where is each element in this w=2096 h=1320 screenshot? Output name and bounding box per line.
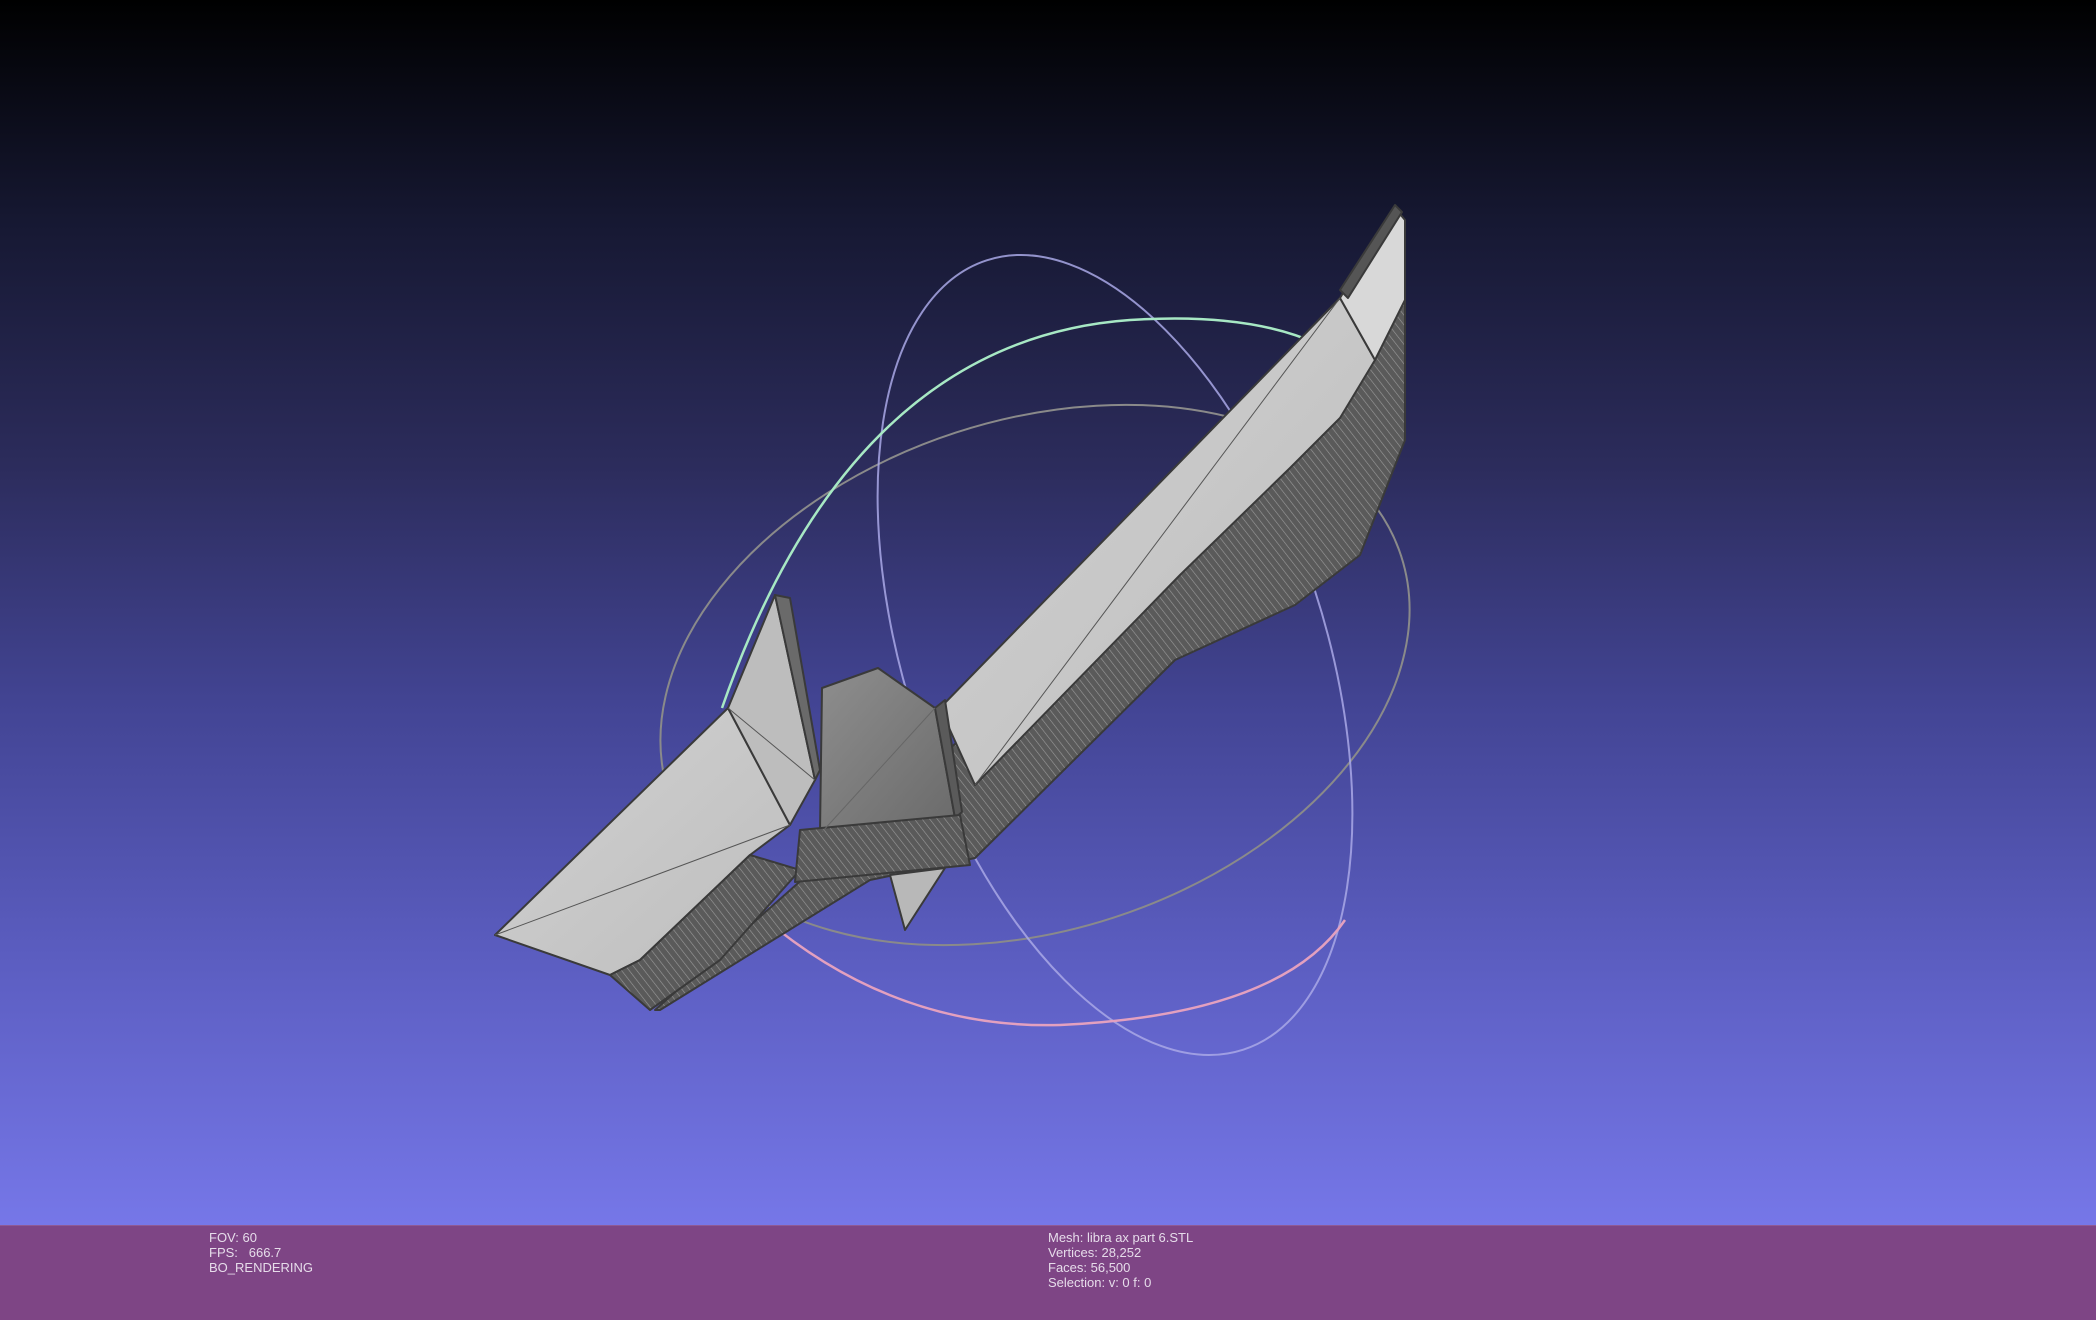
mesh-model[interactable] [494,204,1406,1011]
mesh-lower-fin [889,867,946,931]
fps-readout: FPS: 666.7 [209,1245,282,1260]
render-info: FOV: 60 FPS: 666.7 BO_RENDERING [209,1230,313,1275]
mesh-name-readout: Mesh: libra ax part 6.STL [1048,1230,1194,1245]
status-bar: FOV: 60 FPS: 666.7 BO_RENDERING Mesh: li… [0,1225,2096,1320]
3d-viewport[interactable] [0,0,2096,1225]
fov-readout: FOV: 60 [209,1230,257,1245]
mesh-central-box-front [819,667,956,833]
selection-readout: Selection: v: 0 f: 0 [1048,1275,1152,1290]
render-mode-readout: BO_RENDERING [209,1260,314,1275]
trackball-ring-red[interactable] [737,894,1347,1027]
scene-canvas[interactable] [0,0,2096,1225]
faces-readout: Faces: 56,500 [1048,1260,1131,1275]
vertices-readout: Vertices: 28,252 [1048,1245,1142,1260]
mesh-info: Mesh: libra ax part 6.STL Vertices: 28,2… [1048,1230,1193,1290]
